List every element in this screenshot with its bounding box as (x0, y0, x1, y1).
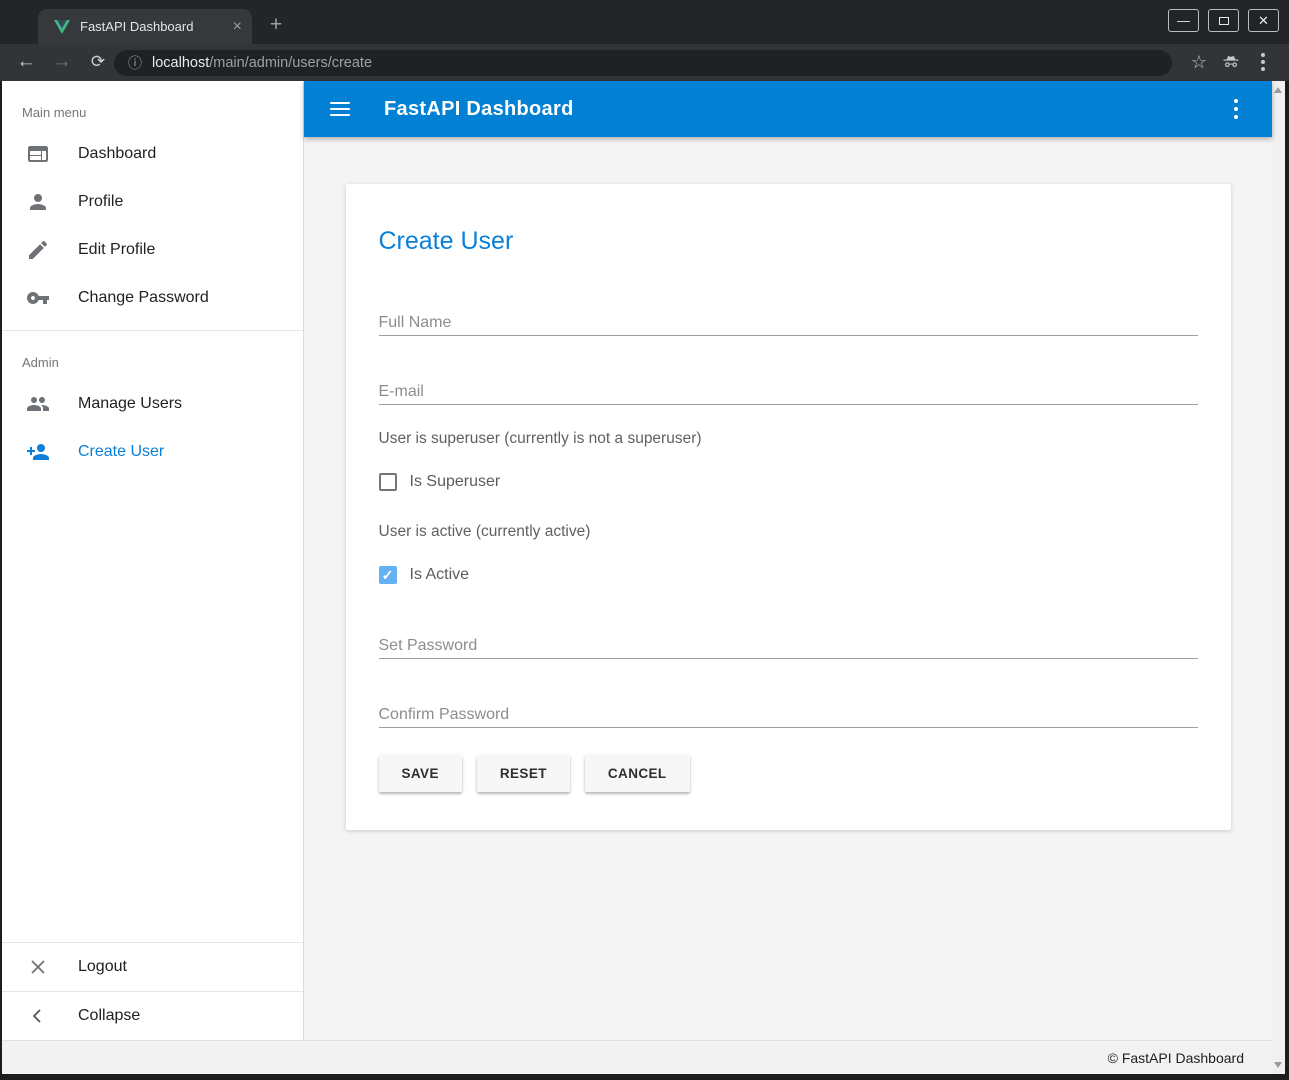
set-password-input[interactable] (379, 633, 1198, 659)
dashboard-icon (26, 142, 50, 166)
kebab-dot (1261, 53, 1265, 57)
maximize-icon (1219, 17, 1229, 25)
checkbox-unchecked-icon[interactable] (379, 473, 397, 491)
hamburger-menu-icon[interactable] (330, 98, 350, 120)
window-controls: — ✕ (1168, 9, 1279, 32)
full-name-field-wrap (379, 310, 1198, 336)
sidebar-item-label: Edit Profile (78, 241, 155, 259)
set-password-field-wrap (379, 633, 1198, 659)
confirm-password-input[interactable] (379, 702, 1198, 728)
sidebar-item-edit-profile[interactable]: Edit Profile (2, 226, 303, 274)
checkbox-checked-icon[interactable]: ✓ (379, 566, 397, 584)
vertical-scrollbar[interactable] (1272, 81, 1285, 1074)
chevron-left-icon (26, 1004, 50, 1028)
sidebar-item-logout[interactable]: Logout (2, 943, 303, 991)
sidebar-item-label: Change Password (78, 289, 209, 307)
sidebar-spacer (2, 476, 303, 942)
window-close-button[interactable]: ✕ (1248, 9, 1279, 32)
sidebar-item-label: Collapse (78, 1007, 140, 1025)
tab-close-icon[interactable]: × (233, 19, 242, 35)
sidebar: Main menu Dashboard Profile Edit Profile… (2, 81, 304, 1040)
browser-titlebar: FastAPI Dashboard × + — ✕ (0, 0, 1289, 44)
reset-button[interactable]: RESET (477, 755, 570, 792)
email-field-wrap (379, 379, 1198, 405)
kebab-dot (1234, 99, 1238, 103)
window-minimize-button[interactable]: — (1168, 9, 1199, 32)
forward-button[interactable]: → (48, 48, 76, 76)
form-buttons: SAVE RESET CANCEL (379, 755, 1198, 792)
sidebar-section-admin: Admin (22, 355, 303, 370)
key-icon (26, 286, 50, 310)
sidebar-divider (2, 330, 303, 331)
sidebar-item-profile[interactable]: Profile (2, 178, 303, 226)
is-superuser-checkbox-row[interactable]: Is Superuser (379, 472, 1198, 492)
back-button[interactable]: ← (12, 48, 40, 76)
sidebar-section-main-menu: Main menu (22, 105, 303, 120)
sidebar-item-dashboard[interactable]: Dashboard (2, 130, 303, 178)
sidebar-item-create-user[interactable]: Create User (2, 428, 303, 476)
page-title: Create User (379, 184, 1198, 256)
is-superuser-label: Is Superuser (410, 473, 501, 491)
sidebar-item-label: Create User (78, 443, 164, 461)
sidebar-item-label: Profile (78, 193, 123, 211)
scroll-down-arrow-icon[interactable] (1274, 1062, 1282, 1068)
browser-menu-button[interactable] (1249, 48, 1277, 76)
bookmark-star-icon[interactable]: ☆ (1185, 48, 1213, 76)
browser-window: FastAPI Dashboard × + — ✕ ← → ⟳ ⓘ localh… (0, 0, 1289, 1080)
main-content: Create User User is superuser (currently… (304, 137, 1272, 1040)
sidebar-item-label: Manage Users (78, 395, 182, 413)
email-input[interactable] (379, 379, 1198, 405)
pencil-icon (26, 238, 50, 262)
reload-button[interactable]: ⟳ (84, 48, 112, 76)
window-maximize-button[interactable] (1208, 9, 1239, 32)
browser-tab[interactable]: FastAPI Dashboard × (38, 9, 252, 44)
browser-toolbar: ← → ⟳ ⓘ localhost/main/admin/users/creat… (0, 44, 1289, 81)
kebab-dot (1261, 60, 1265, 64)
new-tab-button[interactable]: + (262, 12, 290, 40)
sidebar-item-collapse[interactable]: Collapse (2, 992, 303, 1040)
sidebar-item-manage-users[interactable]: Manage Users (2, 380, 303, 428)
incognito-icon (1217, 48, 1245, 76)
url-host: localhost (152, 55, 209, 71)
url-text: localhost/main/admin/users/create (152, 55, 372, 71)
people-icon (26, 392, 50, 416)
cancel-button[interactable]: CANCEL (585, 755, 690, 792)
scroll-up-arrow-icon[interactable] (1274, 87, 1282, 93)
sidebar-item-label: Logout (78, 958, 127, 976)
tab-title: FastAPI Dashboard (80, 19, 233, 34)
kebab-dot (1234, 107, 1238, 111)
person-add-icon (26, 440, 50, 464)
vue-favicon-icon (54, 20, 70, 34)
app-bar: FastAPI Dashboard (304, 81, 1272, 137)
page-info-icon[interactable]: ⓘ (128, 53, 142, 73)
app-menu-button[interactable] (1234, 99, 1238, 119)
sidebar-item-label: Dashboard (78, 145, 156, 163)
confirm-password-field-wrap (379, 702, 1198, 728)
sidebar-item-change-password[interactable]: Change Password (2, 274, 303, 322)
kebab-dot (1261, 67, 1265, 71)
page-footer: © FastAPI Dashboard (2, 1040, 1272, 1074)
url-path: /main/admin/users/create (209, 55, 372, 71)
create-user-card: Create User User is superuser (currently… (346, 184, 1231, 830)
person-icon (26, 190, 50, 214)
is-active-checkbox-row[interactable]: ✓ Is Active (379, 565, 1198, 585)
copyright-text: © FastAPI Dashboard (1108, 1050, 1244, 1066)
superuser-note: User is superuser (currently is not a su… (379, 429, 1198, 449)
full-name-input[interactable] (379, 310, 1198, 336)
active-note: User is active (currently active) (379, 522, 1198, 542)
address-bar[interactable]: ⓘ localhost/main/admin/users/create (114, 50, 1172, 76)
app-title: FastAPI Dashboard (384, 98, 574, 121)
kebab-dot (1234, 115, 1238, 119)
save-button[interactable]: SAVE (379, 755, 462, 792)
close-x-icon (26, 955, 50, 979)
is-active-label: Is Active (410, 566, 470, 584)
